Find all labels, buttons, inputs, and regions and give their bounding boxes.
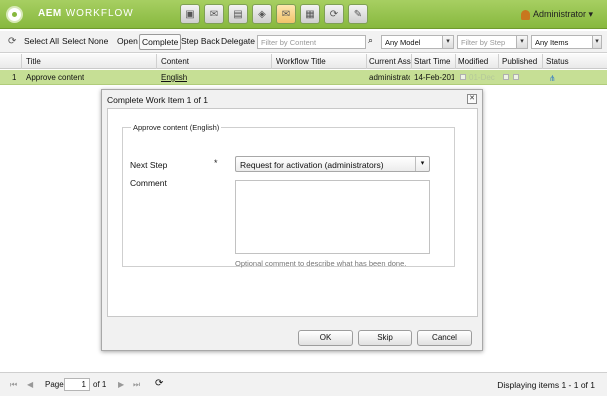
brand-main: AEM	[38, 8, 62, 19]
column-divider	[21, 54, 22, 69]
column-modified[interactable]: Modified	[458, 57, 488, 66]
column-divider	[366, 54, 367, 69]
column-divider	[498, 54, 499, 69]
table-row[interactable]: 1 Approve content English administrators…	[0, 70, 607, 85]
open-button[interactable]: Open	[117, 36, 138, 46]
model-dropdown-arrow-icon[interactable]: ▾	[442, 35, 454, 49]
column-divider	[156, 54, 157, 69]
model-select[interactable]: Any Model	[381, 35, 443, 49]
row-title: Approve content	[26, 73, 85, 82]
close-icon[interactable]: ✕	[467, 94, 477, 104]
user-label: Administrator ▾	[532, 9, 593, 19]
items-dropdown-arrow-icon[interactable]: ▾	[592, 35, 602, 49]
monitor-icon[interactable]: ▣	[180, 4, 200, 24]
aem-logo-icon[interactable]	[6, 6, 23, 23]
workflow-status-icon[interactable]: ⋔	[549, 74, 556, 83]
page-label: Page	[45, 380, 64, 389]
dialog-body: Approve content (English) Next Step * Re…	[107, 108, 478, 317]
last-page-icon[interactable]: ⏭	[133, 380, 140, 390]
launcher-icon[interactable]: ▦	[300, 4, 320, 24]
required-marker: *	[214, 158, 218, 168]
column-divider	[271, 54, 272, 69]
delegate-button[interactable]: Delegate	[221, 36, 255, 46]
next-step-select[interactable]: Request for activation (administrators) …	[235, 156, 430, 172]
row-start-time: 14-Feb-2013	[414, 73, 454, 82]
published-checkbox-2	[513, 74, 519, 80]
column-divider	[542, 54, 543, 69]
instances-icon[interactable]: ✉	[276, 4, 296, 24]
folder-icon[interactable]: ▤	[228, 4, 248, 24]
fieldset-legend: Approve content (English)	[131, 123, 222, 132]
complete-button[interactable]: Complete	[139, 34, 182, 50]
step-back-button[interactable]: Step Back	[181, 36, 220, 46]
cancel-button[interactable]: Cancel	[417, 330, 472, 346]
action-toolbar: ⟳ Select All Select None Open Complete S…	[0, 31, 607, 53]
filter-content-input[interactable]: Filter by Content	[257, 35, 366, 49]
previous-page-icon[interactable]: ◀	[27, 380, 33, 389]
grid-header: Title Content Workflow Title Current Ass…	[0, 54, 607, 69]
search-icon[interactable]: ⌕	[368, 35, 373, 46]
comment-hint: Optional comment to describe what has be…	[235, 259, 407, 268]
paging-toolbar: ⏮ ◀ Page 1 of 1 ▶ ⏭ ⟳ Displaying items 1…	[0, 372, 607, 396]
modified-checkbox	[460, 74, 466, 80]
ok-button[interactable]: OK	[298, 330, 353, 346]
column-current-assignee[interactable]: Current Assignee	[369, 57, 411, 66]
column-content[interactable]: Content	[161, 57, 189, 66]
column-workflow-title[interactable]: Workflow Title	[276, 57, 326, 66]
inbox-icon[interactable]: ✉	[204, 4, 224, 24]
select-all-button[interactable]: Select All	[24, 36, 59, 46]
select-none-button[interactable]: Select None	[62, 36, 108, 46]
refresh-icon[interactable]: ⟳	[155, 378, 163, 389]
next-step-value: Request for activation (administrators)	[240, 160, 384, 170]
complete-work-item-dialog: Complete Work Item 1 of 1 ✕ Approve cont…	[101, 89, 483, 351]
failures-icon[interactable]: ⟳	[324, 4, 344, 24]
models-icon[interactable]: ◈	[252, 4, 272, 24]
chevron-down-icon[interactable]: ▾	[415, 157, 429, 171]
column-published[interactable]: Published	[502, 57, 537, 66]
first-page-icon[interactable]: ⏮	[10, 380, 17, 390]
app-header: AEM WORKFLOW ▣ ✉ ▤ ◈ ✉ ▦ ⟳ ✎ Administrato…	[0, 0, 607, 29]
user-icon	[520, 9, 530, 20]
user-menu[interactable]: Administrator ▾	[520, 9, 593, 20]
page-of-label: of 1	[93, 380, 107, 389]
refresh-icon[interactable]: ⟳	[8, 36, 16, 47]
next-step-label: Next Step	[130, 160, 168, 170]
row-modified: 01-Dec	[469, 73, 495, 82]
column-title[interactable]: Title	[26, 57, 41, 66]
row-content-link[interactable]: English	[161, 73, 187, 82]
filter-step-input[interactable]: Filter by Step	[457, 35, 517, 49]
items-select[interactable]: Any Items	[531, 35, 593, 49]
column-status[interactable]: Status	[546, 57, 569, 66]
page-number-input[interactable]: 1	[64, 378, 90, 391]
display-info: Displaying items 1 - 1 of 1	[497, 380, 595, 390]
dialog-title: Complete Work Item 1 of 1	[107, 95, 208, 105]
archive-icon[interactable]: ✎	[348, 4, 368, 24]
row-number: 1	[12, 73, 17, 82]
brand-sub: WORKFLOW	[65, 8, 134, 19]
skip-button[interactable]: Skip	[358, 330, 412, 346]
next-page-icon[interactable]: ▶	[118, 380, 124, 389]
row-assignee: administrators	[369, 73, 410, 82]
app-title: AEM WORKFLOW	[38, 8, 134, 19]
comment-textarea[interactable]	[235, 180, 430, 254]
comment-label: Comment	[130, 178, 167, 188]
column-divider	[455, 54, 456, 69]
work-item-fieldset: Approve content (English) Next Step * Re…	[122, 123, 455, 268]
step-dropdown-arrow-icon[interactable]: ▾	[516, 35, 528, 49]
console-toolbar: ▣ ✉ ▤ ◈ ✉ ▦ ⟳ ✎	[180, 4, 368, 24]
published-checkbox	[503, 74, 509, 80]
column-start-time[interactable]: Start Time	[414, 57, 450, 66]
column-divider	[411, 54, 412, 69]
